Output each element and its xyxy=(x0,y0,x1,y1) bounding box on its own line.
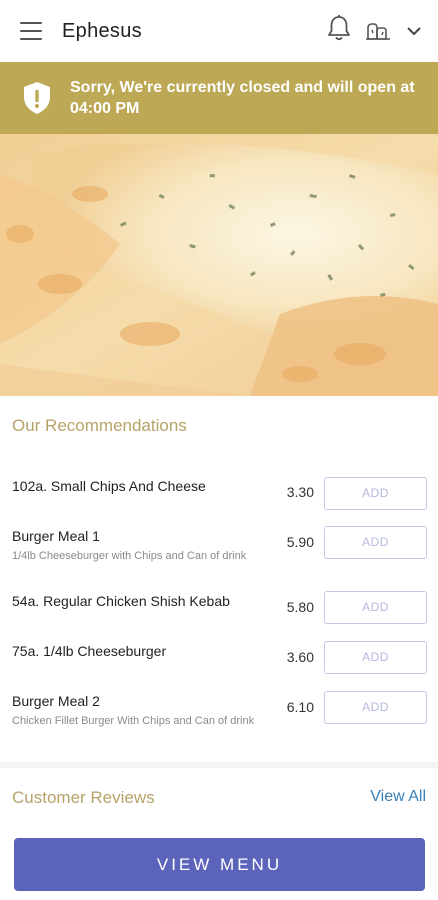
recommendations-heading: Our Recommendations xyxy=(12,416,187,435)
language-flags-icon xyxy=(366,23,390,40)
item-name: 75a. 1/4lb Cheeseburger xyxy=(12,643,167,659)
item-price: 3.60 xyxy=(286,649,314,665)
bell-icon[interactable] xyxy=(326,14,352,42)
shield-alert-icon xyxy=(24,82,50,114)
section-divider xyxy=(0,762,438,768)
item-name: Burger Meal 2 xyxy=(12,693,100,709)
view-menu-button[interactable]: VIEW MENU xyxy=(14,838,425,891)
app-bar: Ephesus xyxy=(0,0,438,62)
item-description: 1/4lb Cheeseburger with Chips and Can of… xyxy=(12,550,247,562)
item-price: 5.90 xyxy=(286,534,314,550)
item-price: 3.30 xyxy=(286,484,314,500)
item-name: 102a. Small Chips And Cheese xyxy=(12,478,206,494)
closed-banner: Sorry, We're currently closed and will o… xyxy=(0,62,438,134)
add-button[interactable]: ADD xyxy=(324,526,427,559)
item-name: Burger Meal 1 xyxy=(12,528,100,544)
hamburger-menu-icon[interactable] xyxy=(20,22,42,40)
add-button[interactable]: ADD xyxy=(324,691,427,724)
item-price: 5.80 xyxy=(286,599,314,615)
restaurant-title: Ephesus xyxy=(62,19,142,42)
item-description: Chicken Fillet Burger With Chips and Can… xyxy=(12,715,255,727)
closed-message: Sorry, We're currently closed and will o… xyxy=(70,79,415,117)
add-button[interactable]: ADD xyxy=(324,591,427,624)
reviews-heading: Customer Reviews xyxy=(12,788,155,807)
language-selector[interactable] xyxy=(364,18,426,44)
hero-food-image xyxy=(0,134,438,396)
add-button[interactable]: ADD xyxy=(324,477,427,510)
add-button[interactable]: ADD xyxy=(324,641,427,674)
item-name: 54a. Regular Chicken Shish Kebab xyxy=(12,593,230,609)
view-all-reviews-link[interactable]: View All xyxy=(370,788,426,806)
item-price: 6.10 xyxy=(286,699,314,715)
chevron-down-icon xyxy=(407,27,421,36)
